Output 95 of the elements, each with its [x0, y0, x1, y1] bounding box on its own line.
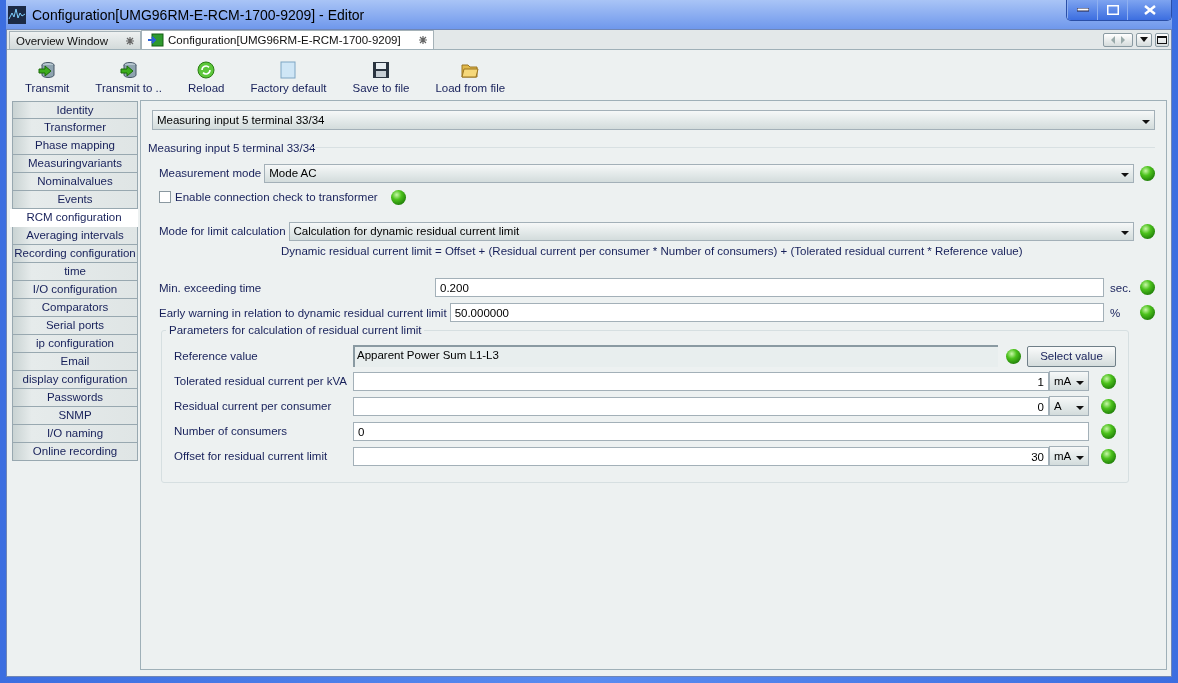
reload-icon — [197, 61, 216, 79]
toolbar-button[interactable]: Load from file — [427, 61, 514, 94]
sidebar-item[interactable]: Nominalvalues — [12, 173, 138, 191]
app-logo-icon — [8, 5, 26, 24]
transmit-icon — [119, 61, 138, 79]
field-label: Offset for residual current limit — [174, 450, 329, 462]
field-label: Measurement mode — [159, 167, 262, 179]
status-led-icon — [1140, 280, 1155, 295]
toolbar-button[interactable]: Reload — [180, 61, 233, 94]
select-value-button[interactable]: Select value — [1027, 345, 1116, 367]
restore-button[interactable] — [1155, 32, 1169, 47]
close-icon[interactable] — [418, 36, 427, 44]
transmit-icon — [38, 61, 57, 79]
caret-icon — [1076, 455, 1084, 460]
editor-tab[interactable]: Configuration[UMG96RM-E-RCM-1700-9209] — [141, 30, 434, 49]
status-led-icon — [1101, 423, 1116, 439]
status-led-icon — [1140, 223, 1155, 239]
caret-icon — [1140, 37, 1148, 42]
tab-label: Configuration[UMG96RM-E-RCM-1700-9209] — [168, 34, 401, 46]
unit-dropdown[interactable]: mA — [1049, 446, 1089, 466]
close-button[interactable] — [1127, 0, 1171, 20]
tab-list-button[interactable] — [1136, 32, 1152, 47]
sidebar-item[interactable]: Measuringvariants — [12, 155, 138, 173]
toolbar-button[interactable]: Transmit to .. — [87, 61, 170, 94]
caret-icon — [1142, 119, 1150, 124]
field-label: Number of consumers — [174, 425, 289, 437]
caret-icon — [1121, 230, 1129, 235]
status-led-icon — [1101, 448, 1116, 464]
maximize-icon — [1106, 5, 1119, 15]
sidebar-item[interactable]: Online recording — [12, 443, 138, 461]
editor-tab[interactable]: Overview Window — [9, 31, 142, 49]
sidebar-item[interactable]: Passwords — [12, 389, 138, 407]
sidebar-item[interactable]: Events — [12, 191, 138, 209]
status-led-icon — [1101, 373, 1116, 389]
window-icon — [1157, 35, 1167, 44]
field-label: Early warning in relation to dynamic residual current limit — [159, 306, 448, 319]
input-field[interactable]: 50.000000 — [449, 303, 1104, 322]
minimize-button[interactable] — [1067, 0, 1097, 20]
sidebar-item[interactable]: I/O configuration — [12, 281, 138, 299]
sidebar-item[interactable]: Phase mapping — [12, 137, 138, 155]
folder-icon — [461, 61, 480, 79]
config-icon — [148, 33, 165, 47]
input-field[interactable]: 0 — [353, 396, 1049, 416]
sidebar-item[interactable]: RCM configuration — [10, 209, 138, 227]
status-led-icon — [1140, 165, 1155, 181]
sidebar-item[interactable]: Identity — [12, 101, 138, 119]
field-label: Reference value — [174, 350, 259, 362]
square-icon — [280, 61, 297, 79]
input-field[interactable]: 30 — [353, 446, 1049, 466]
status-led-icon — [390, 189, 406, 205]
limit-mode-dropdown[interactable]: Calculation for dynamic residual current limit — [288, 221, 1134, 241]
minimize-icon — [1076, 8, 1089, 12]
measuring-input-dropdown[interactable]: Measuring input 5 terminal 33/34 — [152, 110, 1155, 130]
sidebar-item[interactable]: ip configuration — [12, 335, 138, 353]
input-field[interactable]: 0.200 — [435, 278, 1104, 297]
measurement-mode-dropdown[interactable]: Mode AC — [264, 163, 1134, 183]
status-led-icon — [1140, 305, 1155, 320]
field-label: Mode for limit calculation — [159, 225, 286, 237]
unit-label: % — [1109, 306, 1122, 319]
maximize-button[interactable] — [1097, 0, 1127, 20]
caret-icon — [1076, 405, 1084, 410]
sidebar-item[interactable]: Serial ports — [12, 317, 138, 335]
field-label: Tolerated residual current per kVA — [174, 375, 348, 387]
sidebar-item[interactable]: time — [12, 263, 138, 281]
status-led-icon — [1006, 348, 1021, 364]
input-field[interactable]: 0 — [353, 421, 1089, 441]
sidebar-item[interactable]: Email — [12, 353, 138, 371]
sidebar-item[interactable]: Averaging intervals — [12, 227, 138, 245]
sidebar-item[interactable]: SNMP — [12, 407, 138, 425]
formula-text: Dynamic residual current limit = Offset + (Residual current per consumer * Number of consumers) + (Tolerated residual current * Reference value) — [280, 245, 1024, 257]
field-label: Min. exceeding time — [159, 281, 263, 294]
sidebar-item[interactable]: Comparators — [12, 299, 138, 317]
sidebar-item[interactable]: I/O naming — [12, 425, 138, 443]
field-label: Residual current per consumer — [174, 400, 333, 412]
unit-label: sec. — [1109, 281, 1133, 294]
input-field[interactable]: 1 — [353, 371, 1049, 391]
checkbox[interactable] — [159, 191, 171, 203]
status-led-icon — [1101, 398, 1116, 414]
tab-label: Overview Window — [16, 34, 109, 47]
checkbox-label: Enable connection check to transformer — [175, 191, 378, 203]
sidebar-item[interactable]: Recording configuration — [12, 245, 138, 263]
reference-value-field: Apparent Power Sum L1-L3 — [353, 345, 998, 367]
caret-icon — [1076, 380, 1084, 385]
toolbar-button[interactable]: Transmit — [17, 61, 78, 94]
sidebar-item[interactable]: display configuration — [12, 371, 138, 389]
caret-icon — [1121, 172, 1129, 177]
unit-dropdown[interactable]: A — [1049, 396, 1089, 416]
toolbar-button[interactable]: Save to file — [344, 61, 418, 94]
close-icon[interactable] — [126, 36, 135, 45]
toolbar-button[interactable]: Factory default — [242, 61, 335, 94]
group-title: Parameters for calculation of residual current limit — [166, 324, 425, 336]
close-icon — [1143, 5, 1156, 15]
sidebar-item[interactable]: Transformer — [12, 119, 138, 137]
unit-dropdown[interactable]: mA — [1049, 371, 1089, 391]
window-title: Configuration[UMG96RM-E-RCM-1700-9209] - Editor — [32, 6, 366, 23]
